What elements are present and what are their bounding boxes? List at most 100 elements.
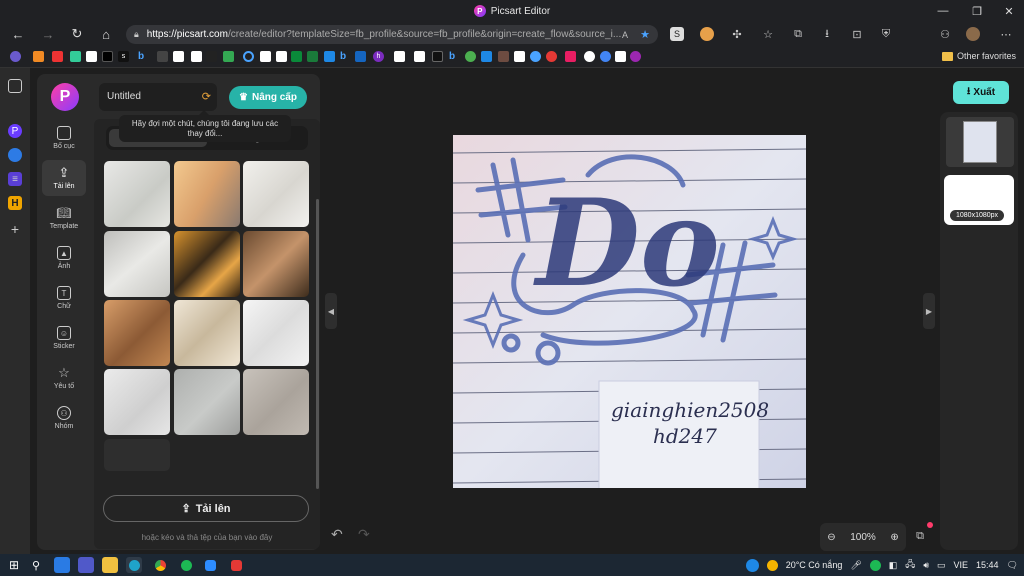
bookmark-icon[interactable] bbox=[10, 51, 21, 62]
bookmark-icon[interactable] bbox=[243, 51, 254, 62]
gallery-thumb[interactable] bbox=[174, 369, 240, 435]
extension-s-icon[interactable]: S bbox=[670, 27, 684, 41]
extensions-puzzle-icon[interactable]: ✣ bbox=[730, 27, 744, 41]
undo-icon[interactable]: ↶ bbox=[331, 526, 343, 543]
side-app-icon[interactable] bbox=[8, 148, 22, 162]
bookmark-icon[interactable] bbox=[565, 51, 576, 62]
side-h-icon[interactable]: H bbox=[8, 196, 22, 210]
wps-icon[interactable] bbox=[228, 557, 244, 573]
bookmark-icon[interactable] bbox=[465, 51, 476, 62]
gallery-thumb[interactable] bbox=[243, 369, 309, 435]
edge-icon[interactable] bbox=[126, 557, 142, 573]
gallery-scrollbar[interactable] bbox=[316, 199, 319, 489]
microphone-icon[interactable]: 🎤︎ bbox=[850, 560, 861, 571]
bookmark-icon[interactable] bbox=[276, 51, 287, 62]
bookmark-icon[interactable] bbox=[530, 51, 541, 62]
back-icon[interactable]: ← bbox=[5, 22, 31, 46]
bookmark-icon[interactable] bbox=[307, 51, 318, 62]
gallery-thumb[interactable] bbox=[243, 300, 309, 366]
bing-icon[interactable]: b bbox=[138, 51, 149, 62]
bookmark-icon[interactable] bbox=[173, 51, 184, 62]
gallery-thumb[interactable] bbox=[104, 231, 170, 297]
help-chat-icon[interactable]: ⧉ bbox=[910, 526, 930, 546]
add-app-icon[interactable]: + bbox=[8, 221, 22, 237]
tabs-icon[interactable] bbox=[8, 79, 22, 93]
bookmark-icon[interactable] bbox=[355, 51, 366, 62]
bookmark-icon[interactable] bbox=[33, 51, 44, 62]
bookmark-icon[interactable] bbox=[514, 51, 525, 62]
bookmark-icon[interactable] bbox=[191, 51, 202, 62]
refresh-icon[interactable]: ↻ bbox=[64, 22, 90, 46]
bookmark-icon[interactable] bbox=[481, 51, 492, 62]
tool-upload[interactable]: ⇪ Tải lên bbox=[42, 160, 86, 196]
bookmark-icon[interactable] bbox=[414, 51, 425, 62]
sync-profile-icon[interactable]: ⚇ bbox=[938, 27, 952, 41]
other-favorites[interactable]: Other favorites bbox=[941, 51, 1016, 61]
bookmark-icon[interactable] bbox=[157, 51, 168, 62]
gallery-thumb[interactable] bbox=[104, 369, 170, 435]
battery-icon[interactable]: ▭ bbox=[937, 560, 946, 571]
screenshot-icon[interactable]: ⊡ bbox=[850, 27, 864, 41]
document-title-field[interactable]: Untitled ⟳ bbox=[99, 83, 217, 111]
tiktok-icon[interactable] bbox=[432, 51, 443, 62]
security-icon[interactable]: ⛨ bbox=[879, 27, 893, 41]
gallery-thumb[interactable] bbox=[104, 161, 170, 227]
taskbar-app-icon[interactable] bbox=[54, 557, 70, 573]
bookmark-icon[interactable] bbox=[70, 51, 81, 62]
redo-icon[interactable]: ↷ bbox=[358, 526, 370, 543]
collapse-right-panel-icon[interactable]: ▶ bbox=[923, 293, 935, 329]
zoom-app-icon[interactable] bbox=[202, 557, 218, 573]
weather-text[interactable]: 20°C Có nắng bbox=[786, 560, 843, 570]
bookmark-icon[interactable] bbox=[394, 51, 405, 62]
gallery-thumb[interactable] bbox=[174, 231, 240, 297]
favorites-icon[interactable]: ☆ bbox=[761, 27, 775, 41]
gallery-thumb[interactable] bbox=[174, 300, 240, 366]
spotify-icon[interactable] bbox=[178, 557, 194, 573]
bookmark-icon[interactable] bbox=[260, 51, 271, 62]
bookmark-icon[interactable] bbox=[206, 51, 217, 62]
tool-group[interactable]: ⚇ Nhóm bbox=[42, 400, 86, 436]
gallery-thumb[interactable] bbox=[104, 300, 170, 366]
picsart-bookmark-icon[interactable] bbox=[630, 51, 641, 62]
extension-cookie-icon[interactable] bbox=[700, 27, 714, 41]
home-icon[interactable]: ⌂ bbox=[93, 22, 119, 46]
bing-icon[interactable]: b bbox=[340, 51, 351, 62]
address-bar[interactable]: 🔒︎ https://picsart.com /create/editor?te… bbox=[126, 25, 658, 44]
upgrade-button[interactable]: ♛ Nâng cấp bbox=[229, 86, 307, 109]
minimize-icon[interactable]: — bbox=[926, 0, 960, 22]
search-icon[interactable]: ⚲ bbox=[28, 557, 44, 573]
help-tray-icon[interactable] bbox=[745, 558, 759, 572]
tool-text[interactable]: T Chữ bbox=[42, 280, 86, 316]
zoom-level[interactable]: 100% bbox=[850, 532, 876, 543]
tool-layout[interactable]: Bố cục bbox=[42, 120, 86, 156]
volume-icon[interactable]: 🔊︎ bbox=[923, 560, 929, 571]
gallery-thumb[interactable] bbox=[104, 439, 170, 471]
file-explorer-icon[interactable] bbox=[102, 557, 118, 573]
zoom-out-icon[interactable]: ⊖ bbox=[827, 532, 835, 543]
start-windows-icon[interactable]: ⊞ bbox=[6, 557, 22, 573]
bookmark-icon[interactable] bbox=[52, 51, 63, 62]
notifications-icon[interactable]: 🗨︎ bbox=[1007, 560, 1018, 571]
tool-template[interactable]: 📖︎ Template bbox=[42, 200, 86, 236]
bookmark-icon[interactable] bbox=[546, 51, 557, 62]
clock[interactable]: 15:44 bbox=[976, 560, 999, 570]
more-menu-icon[interactable]: ⋯ bbox=[999, 27, 1013, 41]
profile-avatar[interactable] bbox=[966, 27, 980, 41]
bing-icon[interactable]: b bbox=[449, 51, 460, 62]
teams-icon[interactable] bbox=[78, 557, 94, 573]
drive-icon[interactable] bbox=[223, 51, 234, 62]
close-window-icon[interactable]: ✕ bbox=[992, 0, 1024, 22]
collections-icon[interactable]: ⧉ bbox=[791, 27, 805, 41]
tool-image[interactable]: ▲ Ảnh bbox=[42, 240, 86, 276]
read-aloud-icon[interactable]: A bbox=[622, 30, 628, 40]
bookmark-icon[interactable] bbox=[102, 51, 113, 62]
forward-icon[interactable]: → bbox=[35, 22, 61, 46]
chrome-icon[interactable] bbox=[152, 557, 168, 573]
tool-elements[interactable]: ☆ Yêu tố bbox=[42, 360, 86, 396]
bookmark-icon[interactable] bbox=[498, 51, 509, 62]
export-button[interactable]: ⭳ Xuất bbox=[953, 81, 1009, 104]
bookmark-icon[interactable] bbox=[291, 51, 302, 62]
spotify-tray-icon[interactable] bbox=[869, 559, 881, 571]
side-list-icon[interactable]: ≡ bbox=[8, 172, 22, 186]
zoom-in-icon[interactable]: ⊕ bbox=[890, 532, 898, 543]
